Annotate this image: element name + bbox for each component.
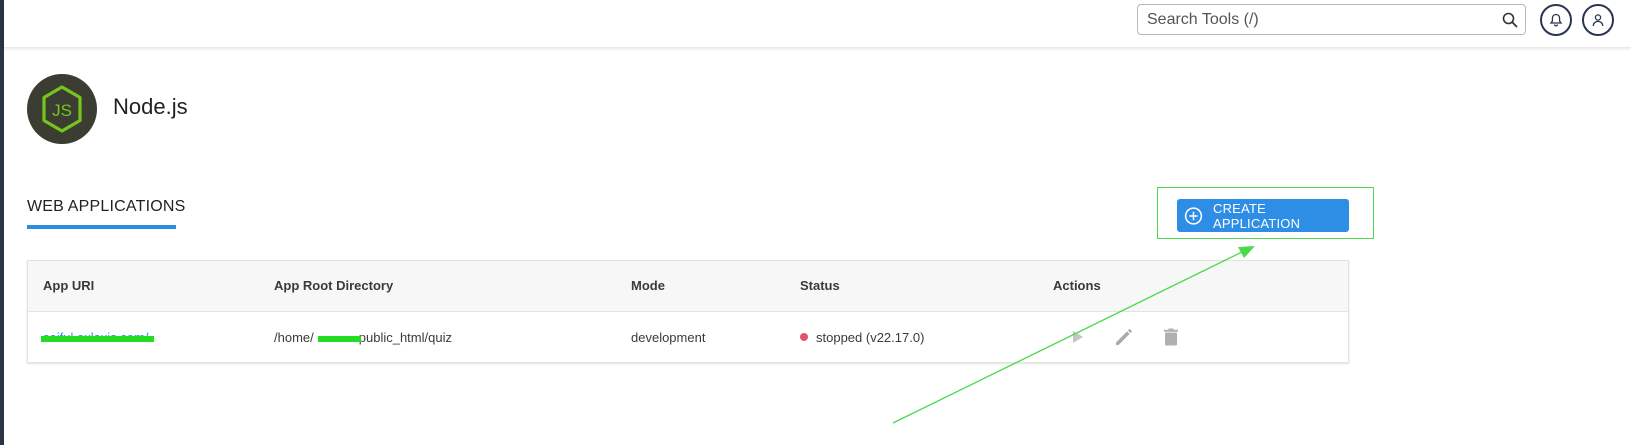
annotation-arrow [892, 246, 1255, 424]
